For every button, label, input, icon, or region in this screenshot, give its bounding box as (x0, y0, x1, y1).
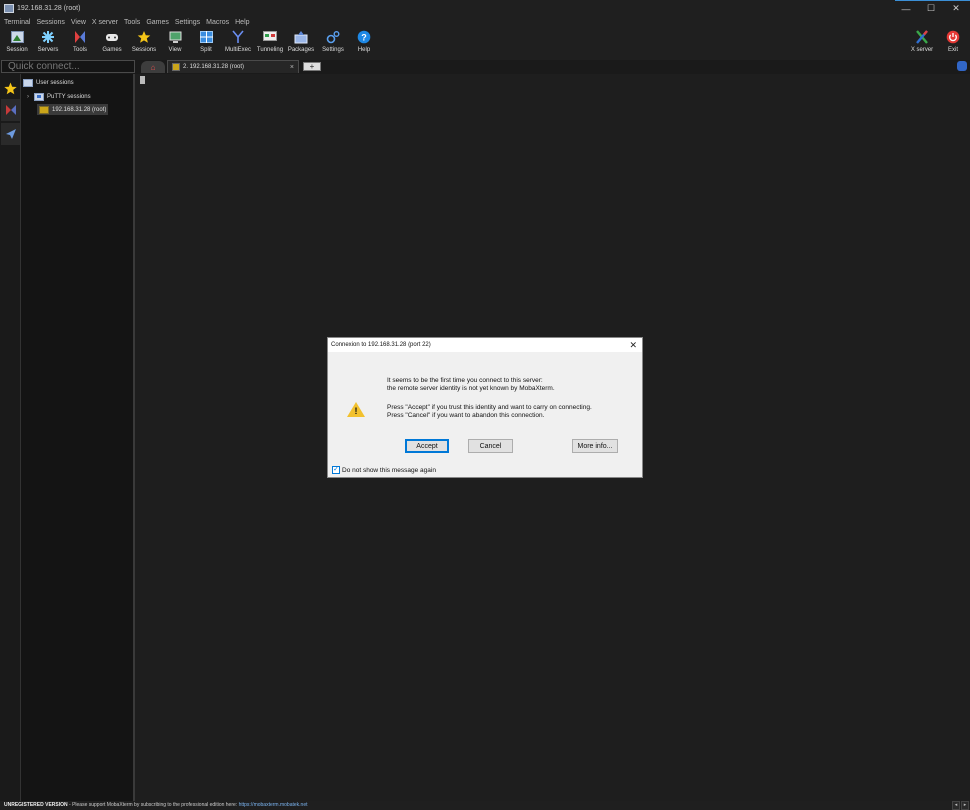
left-tool-strip (0, 74, 21, 801)
status-bar: UNREGISTERED VERSION - Please support Mo… (0, 801, 970, 810)
menu-settings[interactable]: Settings (175, 19, 200, 26)
power-icon (946, 30, 960, 44)
tree-putty-sessions-label: PuTTY sessions (47, 93, 91, 100)
cancel-button[interactable]: Cancel (468, 439, 513, 453)
window-title: 192.168.31.28 (root) (17, 5, 81, 12)
quick-connect-input[interactable]: Quick connect... (1, 60, 135, 73)
tree-session-item[interactable]: 192.168.31.28 (root) (37, 104, 109, 115)
dialog-close-icon[interactable]: ✕ (629, 338, 637, 352)
dialog-message-line2: the remote server identity is not yet kn… (387, 385, 555, 392)
menu-help[interactable]: Help (235, 19, 249, 26)
tools-icon (73, 30, 87, 44)
do-not-show-label: Do not show this message again (342, 466, 436, 474)
ssh-session-icon (39, 105, 49, 114)
toolbar-tunneling-button[interactable]: Tunneling (255, 30, 285, 58)
host-key-dialog: Connexion to 192.168.31.28 (port 22) ✕ !… (327, 337, 643, 478)
toolbar: Session Servers Tools Games Sessions Vie… (0, 28, 970, 60)
new-tab-button[interactable]: + (303, 62, 321, 71)
more-info-button[interactable]: More info... (572, 439, 618, 453)
home-icon: ⌂ (150, 62, 156, 72)
attach-icon[interactable] (957, 61, 967, 71)
quick-connect-row: Quick connect... ⌂ 2. 192.168.31.28 (roo… (0, 60, 970, 74)
tunneling-icon (263, 30, 277, 44)
scroll-left-button[interactable]: ◂ (952, 801, 960, 810)
close-icon: ✕ (952, 3, 960, 13)
macros-sidebar-button[interactable] (1, 123, 20, 145)
view-icon (168, 30, 182, 44)
user-sessions-icon (23, 78, 33, 87)
terminal-tab-icon (172, 63, 180, 71)
multiexec-icon (231, 30, 245, 44)
split-icon (199, 30, 213, 44)
tree-user-sessions[interactable]: User sessions (23, 77, 74, 88)
accent-line (895, 0, 970, 1)
accept-button[interactable]: Accept (405, 439, 449, 453)
putty-icon (34, 92, 44, 101)
paper-plane-icon (5, 129, 16, 139)
expand-chevron-icon[interactable]: › (27, 94, 29, 100)
unregistered-label: UNREGISTERED VERSION (4, 802, 68, 808)
tools-sidebar-button[interactable] (1, 99, 20, 121)
menu-view[interactable]: View (71, 19, 86, 26)
support-message: - Please support MobaXterm by subscribin… (67, 802, 239, 808)
tree-user-sessions-label: User sessions (36, 79, 74, 86)
servers-icon (41, 30, 55, 44)
toolbar-exit-button[interactable]: Exit (938, 30, 968, 58)
do-not-show-checkbox[interactable]: ✓ Do not show this message again (332, 466, 436, 474)
home-tab[interactable]: ⌂ (141, 61, 165, 73)
toolbar-sessions-button[interactable]: Sessions (129, 30, 159, 58)
dialog-message-line1: It seems to be the first time you connec… (387, 377, 543, 384)
sessions-star-icon (137, 30, 151, 44)
toolbar-tools-button[interactable]: Tools (65, 30, 95, 58)
toolbar-session-button[interactable]: Session (2, 30, 32, 58)
menu-tools[interactable]: Tools (124, 19, 140, 26)
checkbox-check-icon[interactable]: ✓ (332, 466, 340, 474)
toolbar-games-button[interactable]: Games (97, 30, 127, 58)
tab-close-icon[interactable]: × (290, 64, 294, 71)
dialog-message-line3: Press "Accept" if you trust this identit… (387, 404, 592, 411)
toolbar-xserver-button[interactable]: X server (907, 30, 937, 58)
menu-macros[interactable]: Macros (206, 19, 229, 26)
star-icon (4, 82, 17, 94)
dialog-message-line4: Press "Cancel" if you want to abandon th… (387, 412, 545, 419)
settings-icon (326, 30, 340, 44)
toolbar-servers-button[interactable]: Servers (33, 30, 63, 58)
menu-x-server[interactable]: X server (92, 19, 118, 26)
help-icon: ? (357, 30, 371, 44)
warning-exclamation: ! (354, 406, 358, 416)
terminal-cursor (140, 76, 145, 84)
games-icon (105, 30, 119, 44)
session-icon (10, 30, 24, 44)
toolbar-view-button[interactable]: View (160, 30, 190, 58)
close-window-button[interactable]: ✕ (944, 0, 968, 17)
xserver-icon (915, 30, 929, 44)
scroll-right-button[interactable]: ▸ (961, 801, 969, 810)
toolbar-settings-button[interactable]: Settings (318, 30, 348, 58)
toolbar-multiexec-button[interactable]: MultiExec (223, 30, 253, 58)
session-tree: User sessions › PuTTY sessions 192.168.3… (21, 74, 135, 801)
tools-icon (5, 105, 16, 115)
toolbar-split-button[interactable]: Split (191, 30, 221, 58)
maximize-icon: ☐ (926, 3, 936, 13)
sessions-sidebar-button[interactable] (1, 77, 20, 99)
toolbar-help-button[interactable]: ? Help (349, 30, 379, 58)
title-bar: 192.168.31.28 (root) — ☐ ✕ (0, 0, 970, 17)
tree-putty-sessions[interactable]: › PuTTY sessions (27, 91, 91, 102)
session-tab-label: 2. 192.168.31.28 (root) (183, 64, 245, 70)
tree-session-label: 192.168.31.28 (root) (52, 106, 107, 113)
session-tab[interactable]: 2. 192.168.31.28 (root) × (167, 60, 299, 73)
packages-icon (294, 30, 308, 44)
menu-games[interactable]: Games (146, 19, 169, 26)
dialog-title: Connexion to 192.168.31.28 (port 22) (328, 338, 642, 352)
toolbar-packages-button[interactable]: Packages (286, 30, 316, 58)
minimize-button[interactable]: — (894, 0, 918, 17)
menu-bar: Terminal Sessions View X server Tools Ga… (0, 17, 970, 28)
menu-sessions[interactable]: Sessions (36, 19, 64, 26)
svg-text:?: ? (361, 33, 367, 43)
mobaxterm-link[interactable]: https://mobaxterm.mobatek.net (239, 802, 308, 808)
menu-terminal[interactable]: Terminal (4, 19, 30, 26)
app-icon (4, 4, 14, 13)
maximize-button[interactable]: ☐ (919, 0, 943, 17)
minimize-icon: — (901, 3, 911, 14)
